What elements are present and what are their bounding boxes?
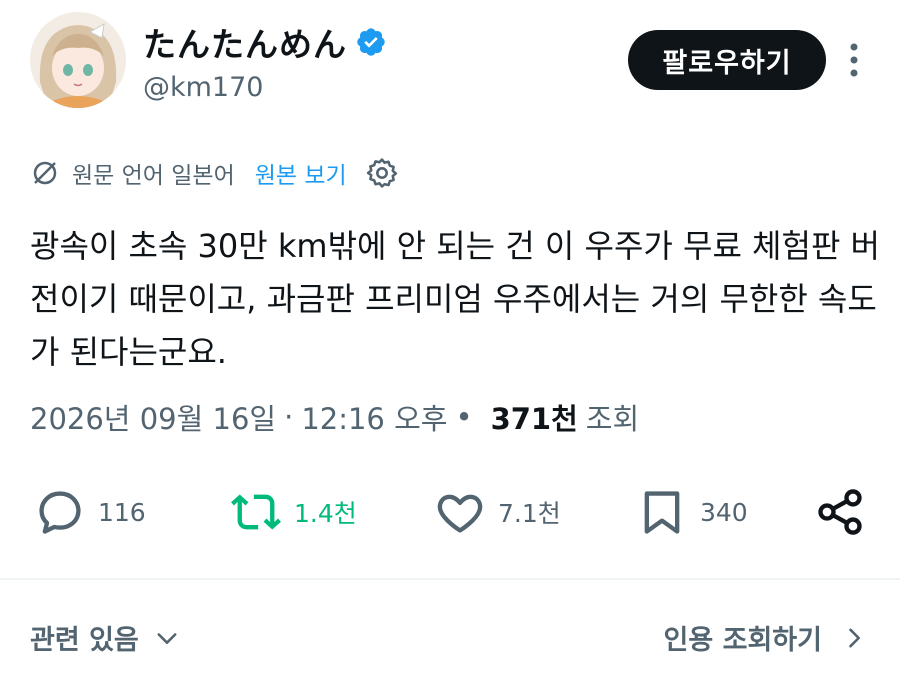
related-label: 관련 있음 <box>30 625 139 656</box>
reply-count: 116 <box>98 497 146 527</box>
more-icon[interactable] <box>844 40 864 80</box>
verified-badge-icon <box>357 28 385 56</box>
tweet-date[interactable]: 2026년 09월 16일 <box>30 396 276 438</box>
translation-row: 원문 언어 일본어 원본 보기 <box>30 156 399 190</box>
retweet-count: 1.4천 <box>294 499 357 528</box>
like-button[interactable]: 7.1천 <box>434 484 561 540</box>
gear-icon[interactable] <box>365 156 399 190</box>
reply-icon <box>39 491 81 534</box>
tweet-text: 광속이 초속 30만 km밖에 안 되는 건 이 우주가 무료 체험판 버전이기… <box>30 227 880 371</box>
avatar[interactable] <box>30 12 126 108</box>
show-original-link[interactable]: 원본 보기 <box>255 156 347 190</box>
source-language-text: 원문 언어 일본어 <box>72 163 235 189</box>
meta-separator: • <box>455 400 473 434</box>
chevron-down-icon <box>157 632 177 644</box>
name-row: たんたんめん <box>143 18 387 66</box>
reply-button[interactable]: 116 <box>34 484 146 540</box>
follow-button[interactable]: 팔로우하기 <box>628 30 826 90</box>
views-count: 371천 <box>490 402 578 436</box>
display-name[interactable]: たんたんめん <box>143 18 347 66</box>
bookmark-count: 340 <box>700 497 748 527</box>
bookmark-button[interactable]: 340 <box>636 484 748 540</box>
quotes-label: 인용 조회하기 <box>663 625 822 656</box>
retweet-icon <box>231 494 281 530</box>
view-quotes-link[interactable]: 인용 조회하기 <box>664 618 868 657</box>
action-bar: 116 1.4천 7.1천 340 <box>0 484 900 544</box>
translate-icon <box>33 161 57 185</box>
tweet-meta: 2026년 09월 16일 · 12:16 오후 • 371천 조회 <box>30 396 639 438</box>
views-label: 조회 <box>585 402 640 436</box>
bookmark-icon <box>644 491 680 534</box>
user-handle[interactable]: @km170 <box>143 72 263 103</box>
chevron-right-icon <box>849 628 860 647</box>
share-icon <box>818 489 862 535</box>
like-count: 7.1천 <box>498 499 561 528</box>
related-dropdown[interactable]: 관련 있음 <box>30 618 181 657</box>
divider <box>0 578 900 580</box>
meta-separator: · <box>284 400 294 434</box>
retweet-button[interactable]: 1.4천 <box>230 484 357 540</box>
tweet-time[interactable]: 12:16 오후 <box>301 396 447 438</box>
avatar-image <box>30 12 126 108</box>
share-button[interactable] <box>814 484 866 540</box>
like-icon <box>437 494 483 533</box>
